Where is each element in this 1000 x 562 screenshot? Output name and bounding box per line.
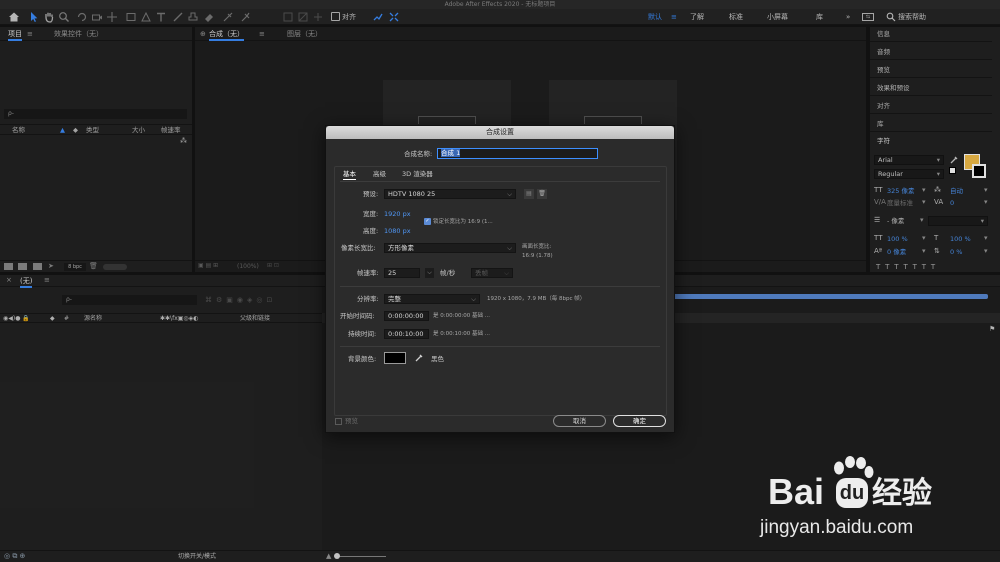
preset-value: HDTV 1080 25 [388, 190, 436, 198]
watermark-brand-cn: 经验 [872, 476, 932, 511]
watermark-brand: Bai [768, 471, 825, 512]
background-color-swatch[interactable] [384, 352, 406, 364]
preview-checkbox[interactable] [335, 418, 342, 425]
dialog-title: 合成设置 [326, 126, 674, 139]
resolution-value: 完整 [388, 295, 401, 303]
frame-rate-dropdown-icon[interactable]: ⌵ [425, 268, 434, 278]
frame-rate-unit: 帧/秒 [440, 269, 456, 277]
background-color-name: 黑色 [431, 355, 444, 363]
duration-label: 持续时间: [348, 330, 377, 338]
delete-preset-icon[interactable]: 🗑 [537, 189, 547, 199]
frame-aspect-label: 画面长宽比: [522, 244, 552, 250]
pixel-aspect-value: 方形像素 [388, 244, 414, 252]
start-timecode-label: 开始时间码: [340, 312, 375, 320]
eyedropper-icon[interactable] [414, 353, 424, 363]
tab-advanced[interactable]: 高级 [373, 169, 386, 179]
divider [340, 346, 660, 347]
preset-label: 预设: [363, 190, 379, 198]
preset-select[interactable]: HDTV 1080 25 ⌵ [384, 189, 516, 199]
save-preset-icon[interactable]: ▤ [524, 189, 534, 199]
lock-aspect-label: 锁定长宽比为 16:9 (1... [433, 219, 493, 225]
duration-note: 是 0:00:10:00 基础 ... [433, 331, 491, 337]
comp-name-input[interactable]: 合成 1 [437, 148, 598, 159]
duration-input[interactable]: 0:00:10:00 [384, 329, 429, 339]
chevron-down-icon: ⌵ [504, 269, 509, 277]
start-timecode-input[interactable]: 0:00:00:00 [384, 311, 429, 321]
cancel-button[interactable]: 取消 [553, 415, 606, 427]
watermark-url: jingyan.baidu.com [760, 517, 914, 538]
height-label: 高度: [363, 227, 379, 235]
resolution-select[interactable]: 完整 ⌵ [384, 294, 480, 304]
comp-name-value: 合成 1 [441, 149, 461, 157]
tab-basic[interactable]: 基本 [343, 169, 356, 180]
resolution-info: 1920 x 1080，7.9 MB（每 8bpc 帧） [487, 296, 586, 302]
width-value[interactable]: 1920 px [384, 209, 411, 219]
divider [340, 181, 660, 182]
tab-3d-renderer[interactable]: 3D 渲染器 [402, 169, 433, 179]
settings-group [334, 166, 667, 416]
chevron-down-icon: ⌵ [471, 295, 476, 303]
preview-label: 预览 [345, 417, 358, 425]
divider [340, 286, 660, 287]
comp-name-label: 合成名称: [404, 150, 433, 158]
frame-rate-input[interactable]: 25 [384, 268, 420, 278]
width-label: 宽度: [363, 210, 379, 218]
baidu-jingyan-watermark: Bai du 经验 jingyan.baidu.com [760, 456, 968, 546]
pixel-aspect-select[interactable]: 方形像素 ⌵ [384, 243, 516, 253]
chevron-down-icon: ⌵ [507, 244, 512, 252]
lock-aspect-checkbox[interactable]: ✓ [424, 218, 431, 225]
composition-settings-dialog: 合成设置 合成名称: 合成 1 基本 高级 3D 渲染器 预设: HDTV 10… [325, 125, 675, 433]
frame-aspect-value: 16:9 (1.78) [522, 253, 553, 259]
frame-rate-label: 帧速率: [357, 269, 379, 277]
drop-frame-value: 丢帧 [475, 269, 488, 277]
ok-button[interactable]: 确定 [613, 415, 666, 427]
start-timecode-note: 是 0:00:00:00 基础 ... [433, 313, 491, 319]
chevron-down-icon: ⌵ [507, 190, 512, 198]
watermark-du-icon: du [836, 478, 868, 508]
background-color-label: 背景颜色: [348, 355, 377, 363]
height-value[interactable]: 1080 px [384, 226, 411, 236]
pixel-aspect-label: 像素长宽比: [341, 244, 376, 252]
drop-frame-select[interactable]: 丢帧 ⌵ [471, 268, 513, 278]
resolution-label: 分辨率: [357, 295, 379, 303]
